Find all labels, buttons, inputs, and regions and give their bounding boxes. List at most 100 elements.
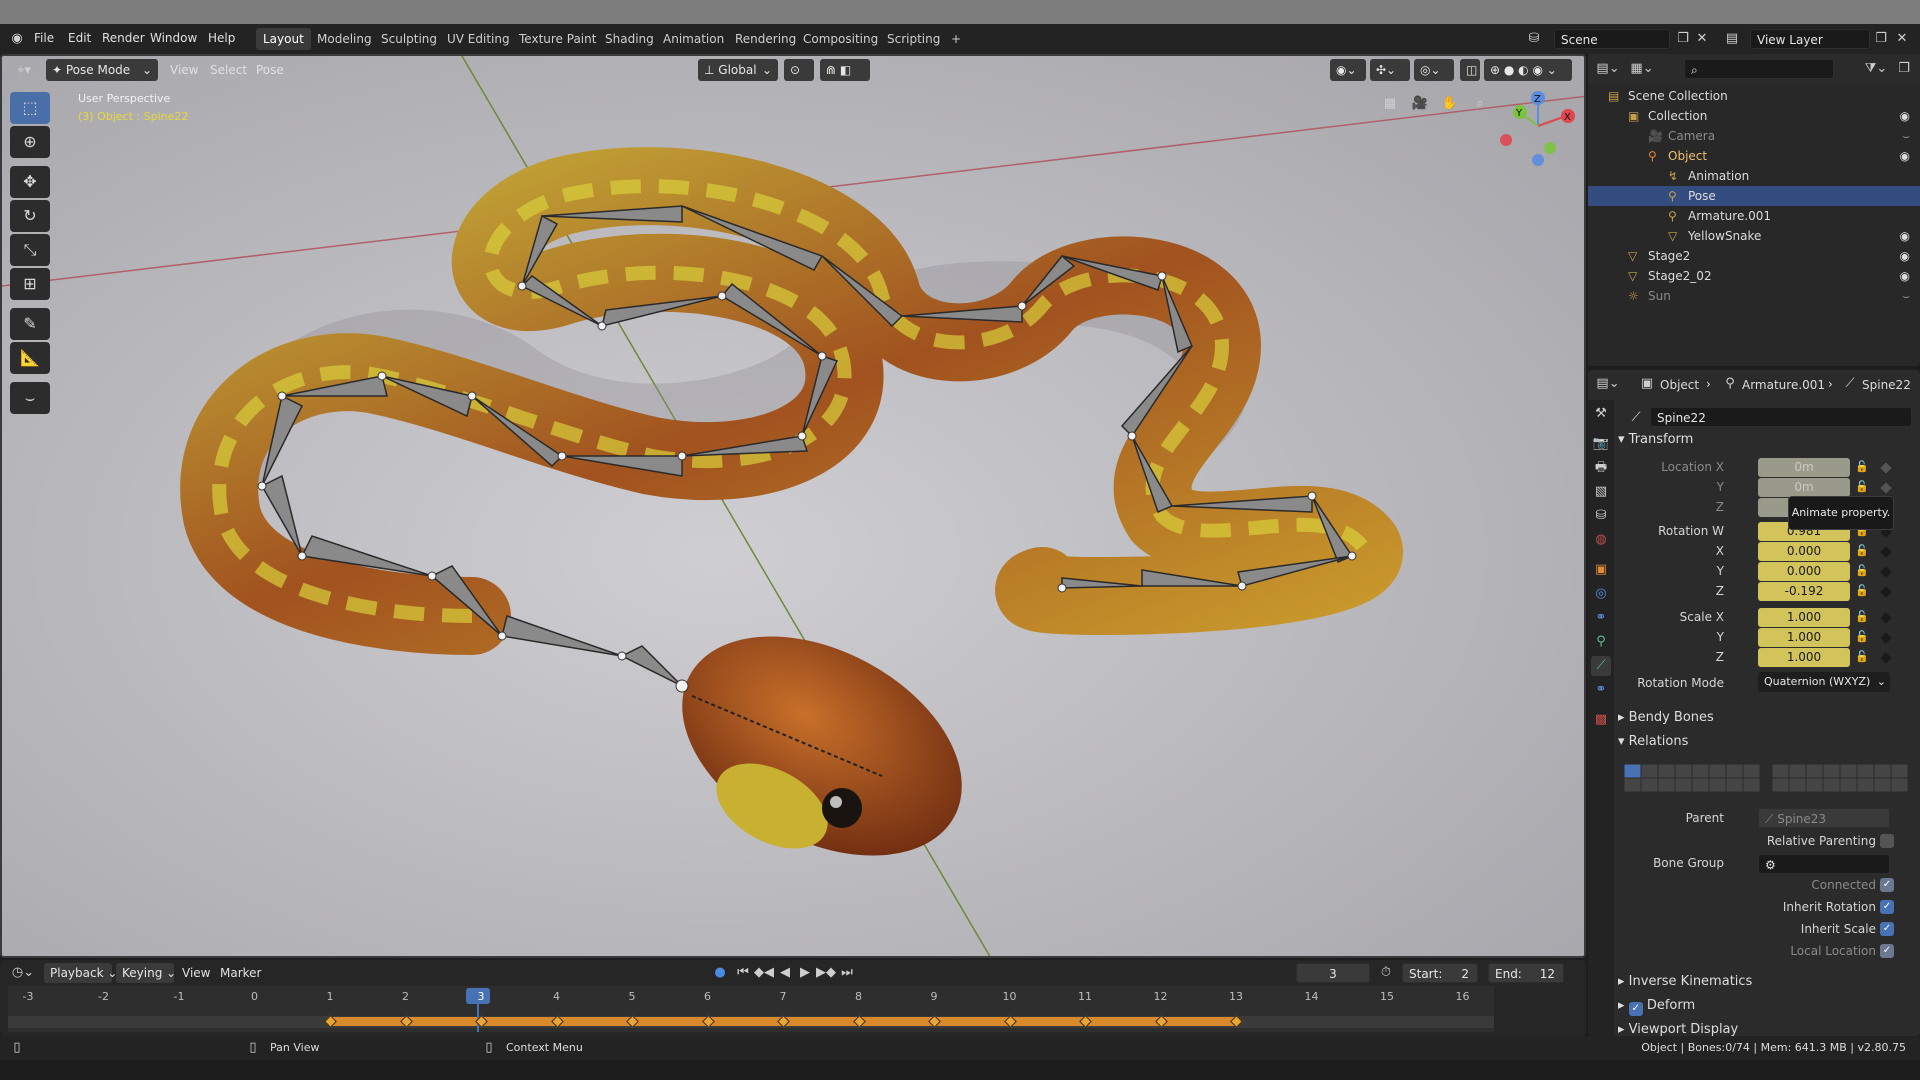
toggle-grid-icon[interactable]: ▦ — [1378, 94, 1402, 114]
display-mode-icon[interactable]: ▦⌄ — [1628, 59, 1656, 79]
visibility-button[interactable]: ◉⌄ — [1330, 59, 1366, 81]
shading-mode-buttons[interactable]: ⊕ ● ◐ ◉ ⌄ — [1484, 59, 1572, 81]
eye-icon[interactable]: ◉ — [1900, 106, 1910, 126]
view-layer-selector[interactable]: View Layer — [1750, 29, 1870, 49]
lock-icon[interactable]: 🔓 — [1854, 561, 1870, 581]
menu-render[interactable]: Render — [102, 31, 145, 45]
hidden-eye-icon[interactable]: ⌣ — [1902, 286, 1910, 306]
output-tab-icon[interactable]: 🖶 — [1591, 458, 1611, 478]
rotation-y-field[interactable]: 0.000 — [1758, 562, 1850, 581]
menu-window[interactable]: Window — [150, 31, 197, 45]
bone-group-field[interactable]: ⚙ — [1758, 854, 1890, 874]
blender-logo-icon[interactable]: ◉ — [8, 29, 26, 49]
outliner-row[interactable]: ☼ Sun ⌣ — [1588, 286, 1920, 306]
keyframe-diamond-icon[interactable] — [1880, 652, 1892, 664]
outliner-row[interactable]: ▤ Scene Collection — [1588, 86, 1920, 106]
tab-scripting[interactable]: Scripting — [880, 28, 947, 50]
transform-tool[interactable]: ⊞ — [10, 268, 50, 300]
location-y-field[interactable]: 0m — [1758, 478, 1850, 497]
lock-icon[interactable]: 🔓 — [1854, 627, 1870, 647]
parent-field[interactable]: ⟋ Spine23 — [1758, 808, 1890, 828]
overlay-button[interactable]: ◎⌄ — [1414, 59, 1454, 81]
keyframe-diamond-icon[interactable] — [1880, 586, 1892, 598]
bendy-bones-section-header[interactable]: ▸ Bendy Bones — [1618, 710, 1714, 725]
outliner-row[interactable]: ▽ YellowSnake ◉ — [1588, 226, 1920, 246]
inherit-rotation-checkbox[interactable]: ✓ — [1880, 900, 1894, 914]
deform-checkbox[interactable]: ✓ — [1628, 1002, 1643, 1016]
menu-edit[interactable]: Edit — [68, 31, 91, 45]
next-keyframe-icon[interactable]: ▶◆ — [816, 963, 836, 983]
bone-layers-left[interactable] — [1623, 763, 1762, 794]
view-layer-icon[interactable]: ▤ — [1722, 29, 1742, 49]
hidden-eye-icon[interactable]: ⌣ — [1902, 126, 1910, 146]
end-frame-field[interactable]: End: 12 — [1488, 963, 1564, 983]
new-collection-icon[interactable]: ❐ — [1894, 59, 1914, 79]
outliner-row[interactable]: ⚲ Pose — [1588, 186, 1920, 206]
lock-icon[interactable]: 🔓 — [1854, 457, 1870, 477]
scene-icon[interactable]: ⛁ — [1524, 29, 1544, 49]
keying-menu[interactable]: Keying ⌄ — [116, 963, 176, 983]
select-box-tool[interactable]: ⬚ — [10, 92, 50, 124]
pan-hand-icon[interactable]: ✋ — [1438, 94, 1462, 114]
object-tab-icon[interactable]: ▣ — [1591, 560, 1611, 580]
keyframe-diamond-icon[interactable] — [1880, 462, 1892, 474]
lock-icon[interactable]: 🔓 — [1854, 647, 1870, 667]
rotate-tool[interactable]: ↻ — [10, 200, 50, 232]
outliner-row[interactable]: ▽ Stage2_02 ◉ — [1588, 266, 1920, 286]
keyframe-diamond-icon[interactable] — [1880, 482, 1892, 494]
tab-animation[interactable]: Animation — [656, 28, 731, 50]
eye-icon[interactable]: ◉ — [1900, 246, 1910, 266]
lock-icon[interactable]: 🔓 — [1854, 607, 1870, 627]
gizmo-button[interactable]: ✣⌄ — [1370, 59, 1410, 81]
bone-name-field[interactable]: Spine22 — [1650, 407, 1912, 427]
navigation-gizmo[interactable]: Z Y X — [1498, 86, 1578, 166]
scene-tab-icon[interactable]: ⛁ — [1591, 506, 1611, 526]
current-frame-field[interactable]: 3 — [1296, 963, 1370, 983]
bone-tab-icon[interactable]: ⟋ — [1591, 656, 1611, 676]
stopwatch-icon[interactable]: ⏱ — [1376, 963, 1396, 983]
play-reverse-icon[interactable]: ◀ — [776, 963, 794, 983]
world-tab-icon[interactable]: ◍ — [1591, 530, 1611, 550]
annotate-tool[interactable]: ✎ — [10, 308, 50, 340]
jump-end-icon[interactable]: ⏭ — [838, 963, 856, 983]
deform-section-header[interactable]: ▸ ✓ Deform — [1618, 998, 1695, 1016]
outliner-row[interactable]: 🎥 Camera ⌣ — [1588, 126, 1920, 146]
transform-orientation-selector[interactable]: ⊥ Global ⌄ — [698, 59, 778, 81]
viewport-display-section-header[interactable]: ▸ Viewport Display — [1618, 1022, 1738, 1036]
remove-view-layer-icon[interactable]: ✕ — [1894, 29, 1910, 49]
rotation-mode-dropdown[interactable]: Quaternion (WXYZ) ⌄ — [1758, 672, 1890, 692]
viewport-menu-view[interactable]: View — [170, 63, 198, 77]
eye-icon[interactable]: ◉ — [1900, 226, 1910, 246]
rotation-z-field[interactable]: -0.192 — [1758, 582, 1850, 601]
viewport-menu-select[interactable]: Select — [210, 63, 247, 77]
modifier-tab-icon[interactable]: ◎ — [1591, 584, 1611, 604]
tab-uv-editing[interactable]: UV Editing — [440, 28, 517, 50]
eye-icon[interactable]: ◉ — [1900, 146, 1910, 166]
location-x-field[interactable]: 0m — [1758, 458, 1850, 477]
zoom-icon[interactable]: ⌕ — [1468, 94, 1492, 114]
keyframe-diamond-icon[interactable] — [1880, 546, 1892, 558]
bone-constraint-tab-icon[interactable]: ⚭ — [1591, 680, 1611, 700]
relations-section-header[interactable]: ▾ Relations — [1618, 734, 1688, 749]
outliner-search-input[interactable]: ⌕ — [1684, 59, 1834, 79]
tool-tab-icon[interactable]: ⚒ — [1591, 404, 1611, 424]
inherit-scale-checkbox[interactable]: ✓ — [1880, 922, 1894, 936]
menu-file[interactable]: File — [34, 31, 54, 45]
add-workspace-button[interactable]: + — [944, 28, 968, 50]
measure-tool[interactable]: 📐 — [10, 342, 50, 374]
move-tool[interactable]: ✥ — [10, 166, 50, 198]
new-view-layer-icon[interactable]: ❐ — [1872, 29, 1890, 49]
remove-scene-icon[interactable]: ✕ — [1694, 29, 1710, 49]
lock-icon[interactable]: 🔓 — [1854, 541, 1870, 561]
render-tab-icon[interactable]: 📷 — [1591, 434, 1611, 454]
view-layer-tab-icon[interactable]: ▧ — [1591, 482, 1611, 502]
tab-compositing[interactable]: Compositing — [796, 28, 885, 50]
play-icon[interactable]: ▶ — [796, 963, 814, 983]
outliner-row[interactable]: ⚲ Armature.001 — [1588, 206, 1920, 226]
rotation-x-field[interactable]: 0.000 — [1758, 542, 1850, 561]
menu-help[interactable]: Help — [208, 31, 235, 45]
timeline-menu-view[interactable]: View — [182, 966, 210, 980]
camera-view-icon[interactable]: 🎥 — [1408, 94, 1432, 114]
tab-modeling[interactable]: Modeling — [310, 28, 379, 50]
constraint-tab-icon[interactable]: ⚭ — [1591, 608, 1611, 628]
